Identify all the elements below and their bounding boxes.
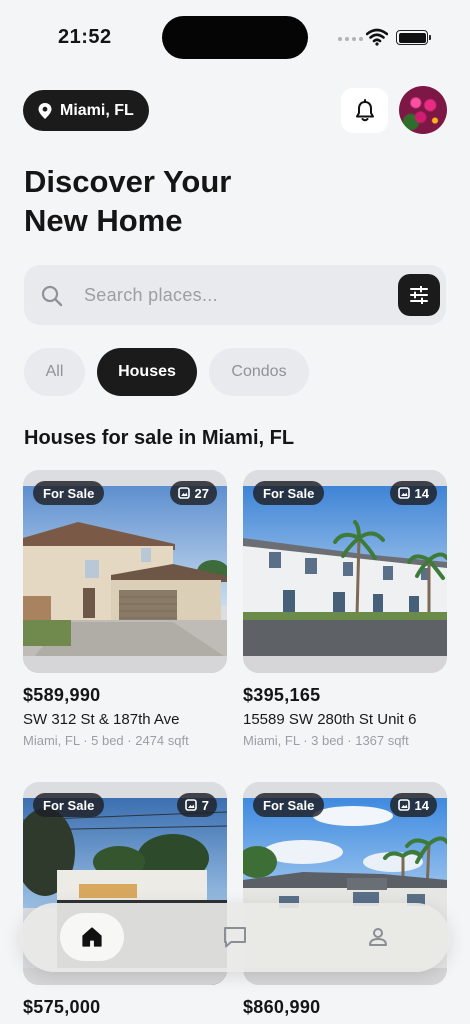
photo-count: 27 bbox=[194, 485, 209, 501]
nav-messages[interactable] bbox=[203, 913, 267, 961]
photo-count: 14 bbox=[414, 797, 429, 813]
title-line-2: New Home bbox=[24, 203, 183, 238]
photo-count-badge: 27 bbox=[169, 481, 217, 505]
search-icon bbox=[41, 285, 63, 307]
tab-houses[interactable]: Houses bbox=[97, 348, 197, 396]
user-icon bbox=[369, 928, 387, 946]
listing-price: $575,000 bbox=[23, 997, 101, 1017]
location-label: Miami, FL bbox=[60, 101, 134, 119]
photo-count-badge: 7 bbox=[176, 793, 217, 817]
location-pin-icon bbox=[38, 102, 52, 119]
listing-card[interactable]: For Sale 7 $575,000 bbox=[23, 782, 227, 1018]
for-sale-badge: For Sale bbox=[33, 481, 105, 505]
battery-icon bbox=[396, 30, 431, 45]
listing-meta: Miami, FL · 5 bed · 2474 sqft bbox=[23, 733, 189, 748]
page-title: Discover Your New Home bbox=[24, 162, 324, 240]
listing-card[interactable]: For Sale 14 $860,990 bbox=[243, 782, 447, 1018]
gallery-icon bbox=[184, 799, 197, 811]
location-selector[interactable]: Miami, FL bbox=[23, 90, 149, 131]
listing-price: $395,165 bbox=[243, 685, 321, 705]
property-type-tabs: All Houses Condos bbox=[24, 348, 309, 396]
avatar[interactable] bbox=[399, 86, 447, 134]
listing-address: 15589 SW 280th St Unit 6 bbox=[243, 711, 417, 728]
dynamic-island bbox=[162, 16, 308, 59]
search-bar bbox=[24, 265, 446, 325]
nav-home[interactable] bbox=[60, 913, 124, 961]
status-time: 21:52 bbox=[58, 26, 112, 48]
for-sale-badge: For Sale bbox=[253, 793, 325, 817]
listing-price: $860,990 bbox=[243, 997, 321, 1017]
photo-count-badge: 14 bbox=[389, 793, 437, 817]
status-bar: 21:52 bbox=[0, 0, 470, 76]
listing-price: $589,990 bbox=[23, 685, 101, 705]
wifi-icon bbox=[366, 28, 388, 46]
home-icon bbox=[82, 927, 102, 947]
listing-photo[interactable]: For Sale 27 bbox=[23, 470, 227, 673]
photo-count: 14 bbox=[414, 485, 429, 501]
nav-profile[interactable] bbox=[346, 913, 410, 961]
listing-address: SW 312 St & 187th Ave bbox=[23, 711, 180, 728]
listing-card[interactable]: For Sale 27 $589,990 SW 312 St & 187th A… bbox=[23, 470, 227, 748]
chat-icon bbox=[224, 927, 246, 948]
listing-card[interactable]: For Sale 14 $395,165 15589 SW 280th St U… bbox=[243, 470, 447, 748]
notifications-button[interactable] bbox=[341, 88, 388, 133]
section-title: Houses for sale in Miami, FL bbox=[24, 427, 295, 449]
title-line-1: Discover Your bbox=[24, 164, 232, 199]
gallery-icon bbox=[397, 799, 410, 811]
listing-meta: Miami, FL · 3 bed · 1367 sqft bbox=[243, 733, 409, 748]
sliders-icon bbox=[410, 286, 428, 304]
for-sale-badge: For Sale bbox=[253, 481, 325, 505]
tab-all[interactable]: All bbox=[24, 348, 85, 396]
tab-condos[interactable]: Condos bbox=[209, 348, 309, 396]
bottom-navigation bbox=[20, 903, 450, 972]
filter-button[interactable] bbox=[398, 274, 440, 316]
search-input[interactable] bbox=[84, 282, 384, 308]
for-sale-badge: For Sale bbox=[33, 793, 105, 817]
photo-count-badge: 14 bbox=[389, 481, 437, 505]
cellular-signal-icon bbox=[338, 37, 363, 41]
bell-icon bbox=[355, 98, 374, 121]
gallery-icon bbox=[397, 487, 410, 499]
gallery-icon bbox=[177, 487, 190, 499]
photo-count: 7 bbox=[201, 797, 209, 813]
listing-photo[interactable]: For Sale 14 bbox=[243, 470, 447, 673]
